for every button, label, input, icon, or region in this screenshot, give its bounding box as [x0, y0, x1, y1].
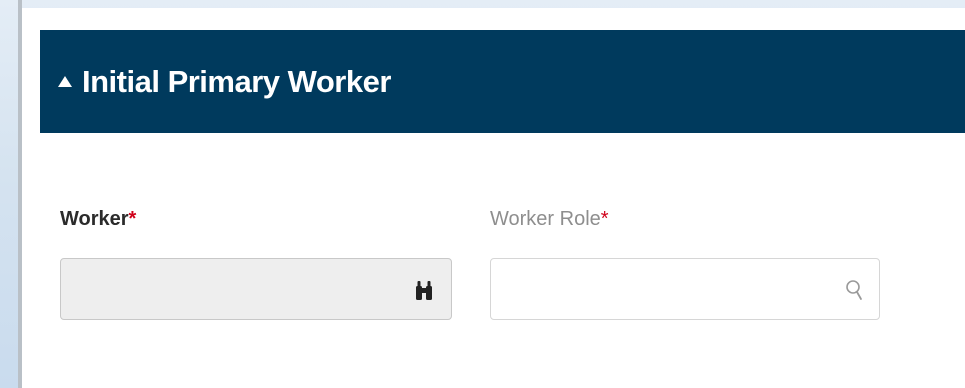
worker-label-text: Worker	[60, 208, 129, 230]
section-header-initial-primary-worker[interactable]: Initial Primary Worker	[40, 30, 965, 133]
required-asterisk: *	[128, 208, 137, 230]
worker-label: Worker*	[60, 208, 136, 231]
worker-role-label-text: Worker Role	[490, 208, 601, 230]
search-icon[interactable]	[845, 279, 863, 301]
binoculars-icon[interactable]	[415, 280, 433, 300]
worker-role-input[interactable]	[490, 258, 880, 320]
required-asterisk: *	[600, 208, 609, 230]
worker-role-label: Worker Role*	[490, 208, 609, 231]
section-title: Initial Primary Worker	[82, 63, 391, 99]
caret-up-icon[interactable]	[58, 76, 72, 87]
worker-input[interactable]	[60, 258, 452, 320]
form-panel: Initial Primary Worker Worker* Worker Ro…	[22, 8, 965, 388]
